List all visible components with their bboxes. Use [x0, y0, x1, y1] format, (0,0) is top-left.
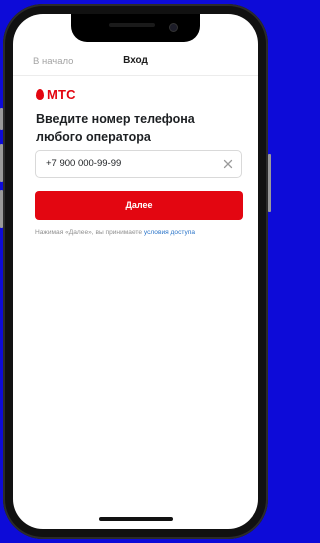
page-title: Вход [123, 55, 148, 66]
mts-egg-icon [36, 89, 44, 100]
top-bar: В начало Вход [13, 51, 258, 73]
phone-side-button [0, 108, 3, 130]
phone-screen: В начало Вход МТС Введите номер телефона… [13, 14, 258, 529]
phone-number-value[interactable]: +7 900 000-99-99 [46, 158, 121, 169]
brand-logo: МТС [36, 87, 76, 102]
speaker-grille [109, 23, 155, 27]
terms-link[interactable]: условия доступа [144, 229, 195, 236]
phone-frame: В начало Вход МТС Введите номер телефона… [0, 4, 271, 539]
front-camera [169, 23, 178, 32]
close-icon[interactable] [222, 158, 234, 170]
phone-side-button [268, 154, 271, 212]
next-button[interactable]: Далее [35, 191, 243, 220]
stage: В начало Вход МТС Введите номер телефона… [0, 0, 271, 543]
phone-side-button [0, 190, 3, 228]
terms-text: Нажимая «Далее», вы принимаете [35, 229, 144, 236]
phone-side-button [0, 144, 3, 182]
terms-note: Нажимая «Далее», вы принимаете условия д… [35, 229, 250, 236]
header-divider [13, 75, 258, 76]
phone-number-field[interactable]: +7 900 000-99-99 [35, 150, 242, 178]
notch [71, 14, 200, 42]
home-indicator[interactable] [99, 517, 173, 521]
page-heading: Введите номер телефона любого оператора [36, 112, 195, 144]
brand-name: МТС [47, 87, 76, 102]
